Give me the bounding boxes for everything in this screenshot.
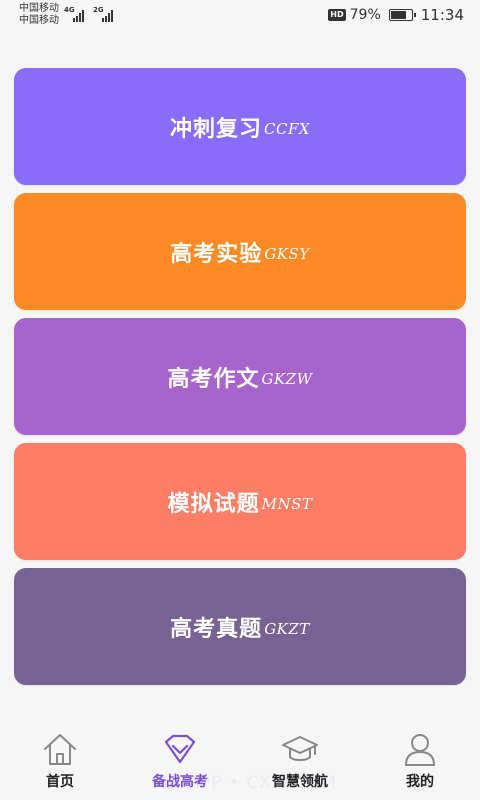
card-gkzw[interactable]: 高考作文 GKZW bbox=[14, 318, 466, 435]
carrier-2: 中国移动 bbox=[19, 15, 59, 26]
card-gksy[interactable]: 高考实验 GKSY bbox=[14, 193, 466, 310]
status-bar: 中国移动 中国移动 4G 2G HD 79% 11:34 bbox=[0, 0, 480, 30]
card-gkzt[interactable]: 高考真题 GKZT bbox=[14, 568, 466, 685]
tab-label: 首页 bbox=[46, 774, 74, 790]
card-title: 冲刺复习 bbox=[169, 116, 262, 142]
tab-label: 我的 bbox=[406, 774, 434, 790]
card-code: CCFX bbox=[263, 119, 311, 138]
card-title: 高考实验 bbox=[170, 241, 263, 267]
card-code: GKSY bbox=[264, 244, 310, 263]
tab-label: 备战高考 bbox=[152, 774, 208, 790]
card-code: GKZT bbox=[264, 619, 310, 638]
card-title: 高考作文 bbox=[167, 366, 260, 392]
tab-label: 智慧领航 bbox=[272, 774, 328, 790]
graduation-cap-icon bbox=[282, 736, 318, 761]
signal-icon-2: 2G bbox=[93, 6, 119, 22]
heart-diamond-icon bbox=[164, 734, 196, 764]
status-right: HD 79% 11:34 bbox=[328, 6, 464, 24]
card-title: 模拟试题 bbox=[167, 491, 260, 517]
user-icon bbox=[405, 734, 435, 766]
clock: 11:34 bbox=[420, 6, 464, 24]
home-icon bbox=[44, 734, 76, 765]
signal-icon-1: 4G bbox=[64, 6, 90, 22]
tab-smart-guide[interactable]: 智慧领航 bbox=[240, 730, 360, 794]
tab-mine[interactable]: 我的 bbox=[360, 730, 480, 794]
card-code: MNST bbox=[261, 494, 313, 513]
card-code: GKZW bbox=[261, 369, 313, 388]
hd-badge: HD bbox=[328, 9, 346, 21]
card-ccfx[interactable]: 冲刺复习 CCFX bbox=[14, 68, 466, 185]
tab-home[interactable]: 首页 bbox=[0, 730, 120, 794]
tab-prepare-exam[interactable]: 备战高考 bbox=[120, 730, 240, 794]
card-mnst[interactable]: 模拟试题 MNST bbox=[14, 443, 466, 560]
battery-percent: 79% bbox=[349, 7, 381, 23]
battery-icon bbox=[388, 9, 416, 21]
category-cards: 冲刺复习 CCFX 高考实验 GKSY 高考作文 GKZW 模拟试题 MNST 高考真题… bbox=[14, 68, 466, 693]
carrier-labels: 中国移动 中国移动 bbox=[19, 3, 59, 27]
carrier-1: 中国移动 bbox=[19, 3, 59, 14]
card-title: 高考真题 bbox=[170, 616, 263, 642]
bottom-tab-bar: 首页 备战高考 智慧领航 我的 bbox=[0, 722, 480, 800]
